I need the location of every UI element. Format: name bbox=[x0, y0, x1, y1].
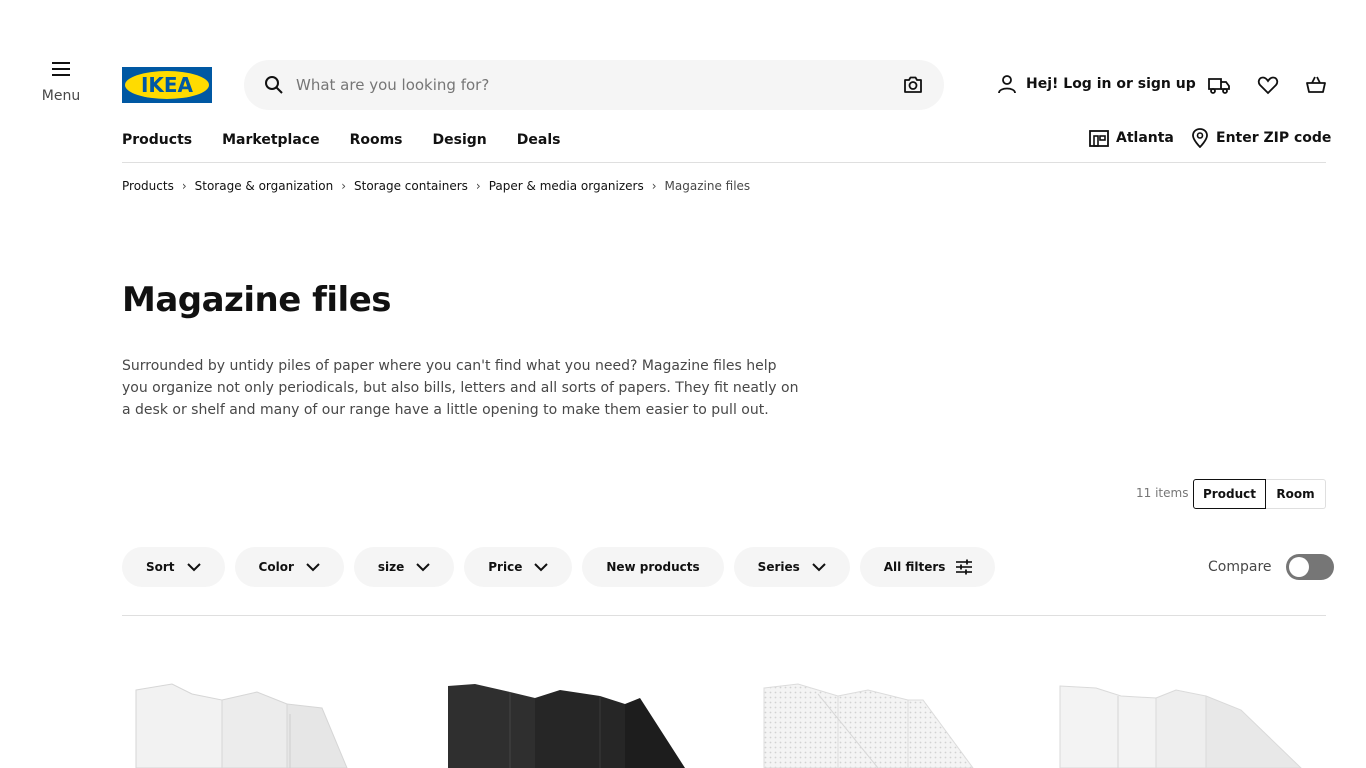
breadcrumb-storage-containers[interactable]: Storage containers bbox=[354, 179, 468, 193]
menu-button[interactable]: Menu bbox=[36, 62, 86, 104]
toggle-knob bbox=[1288, 557, 1309, 577]
nav-deals[interactable]: Deals bbox=[517, 132, 561, 148]
filter-label: Series bbox=[757, 560, 800, 574]
product-image[interactable] bbox=[758, 670, 1018, 768]
hamburger-icon bbox=[52, 62, 70, 76]
search-icon bbox=[265, 76, 283, 94]
chevron-right-icon: › bbox=[341, 179, 347, 193]
filter-label: size bbox=[377, 560, 405, 574]
filter-all[interactable]: All filters bbox=[859, 547, 996, 587]
nav-products[interactable]: Products bbox=[122, 132, 192, 148]
breadcrumb: Products › Storage & organization › Stor… bbox=[122, 179, 750, 193]
filter-divider bbox=[122, 615, 1326, 616]
menu-label: Menu bbox=[41, 88, 81, 104]
store-selector[interactable]: Atlanta bbox=[1088, 128, 1174, 148]
filter-label: Color bbox=[258, 560, 294, 574]
ikea-logo[interactable]: IKEA bbox=[122, 67, 212, 103]
filter-color[interactable]: Color bbox=[234, 547, 344, 587]
compare-toggle[interactable] bbox=[1285, 554, 1334, 580]
filter-new-products[interactable]: New products bbox=[582, 547, 724, 587]
filter-sort[interactable]: Sort bbox=[122, 547, 225, 587]
compare-control: Compare bbox=[1208, 554, 1334, 580]
location-pin-icon bbox=[1192, 128, 1208, 148]
filter-size[interactable]: size bbox=[353, 547, 455, 587]
breadcrumb-storage-organization[interactable]: Storage & organization bbox=[195, 179, 334, 193]
chevron-right-icon: › bbox=[475, 179, 481, 193]
filter-label: All filters bbox=[883, 560, 946, 574]
breadcrumb-products[interactable]: Products bbox=[122, 179, 174, 193]
header-divider bbox=[122, 162, 1326, 163]
chevron-down-icon bbox=[534, 563, 549, 572]
view-room-button[interactable]: Room bbox=[1266, 479, 1326, 509]
filter-label: Sort bbox=[146, 560, 175, 574]
breadcrumb-current: Magazine files bbox=[664, 179, 751, 193]
login-label: Hej! Log in or sign up bbox=[1026, 76, 1196, 92]
filter-label: New products bbox=[606, 560, 700, 574]
nav-rooms[interactable]: Rooms bbox=[350, 132, 403, 148]
main-nav: Products Marketplace Rooms Design Deals bbox=[122, 132, 560, 148]
breadcrumb-paper-media[interactable]: Paper & media organizers bbox=[489, 179, 644, 193]
shopping-basket-icon[interactable] bbox=[1304, 73, 1328, 97]
product-image[interactable] bbox=[440, 670, 700, 768]
zip-label: Enter ZIP code bbox=[1216, 130, 1332, 146]
view-toggle: Product Room bbox=[1193, 479, 1326, 509]
nav-design[interactable]: Design bbox=[433, 132, 487, 148]
camera-icon[interactable] bbox=[902, 74, 924, 96]
store-icon bbox=[1089, 130, 1109, 147]
user-icon bbox=[998, 75, 1016, 94]
view-product-button[interactable]: Product bbox=[1193, 479, 1266, 509]
sliders-icon bbox=[956, 559, 973, 575]
search-bar[interactable] bbox=[244, 60, 944, 110]
page-title: Magazine files bbox=[122, 280, 392, 320]
items-count: 11 items bbox=[1136, 486, 1189, 500]
filter-label: Price bbox=[488, 560, 523, 574]
delivery-truck-icon[interactable] bbox=[1207, 73, 1231, 97]
zip-selector[interactable]: Enter ZIP code bbox=[1190, 128, 1331, 148]
page-description: Surrounded by untidy piles of paper wher… bbox=[122, 358, 799, 418]
product-image[interactable] bbox=[122, 670, 382, 768]
filter-series[interactable]: Series bbox=[733, 547, 850, 587]
product-image[interactable] bbox=[1056, 670, 1316, 768]
nav-marketplace[interactable]: Marketplace bbox=[222, 132, 319, 148]
chevron-down-icon bbox=[812, 563, 826, 572]
store-label: Atlanta bbox=[1116, 130, 1174, 146]
chevron-right-icon: › bbox=[651, 179, 657, 193]
filter-bar: Sort Color size Price New products Serie… bbox=[122, 547, 996, 587]
heart-icon[interactable] bbox=[1256, 73, 1280, 97]
filter-price[interactable]: Price bbox=[464, 547, 573, 587]
login-link[interactable]: Hej! Log in or sign up bbox=[996, 73, 1196, 95]
compare-label: Compare bbox=[1208, 559, 1272, 575]
logo-text: IKEA bbox=[141, 73, 194, 97]
search-input[interactable] bbox=[296, 76, 902, 94]
chevron-right-icon: › bbox=[181, 179, 187, 193]
chevron-down-icon bbox=[306, 563, 320, 572]
chevron-down-icon bbox=[416, 563, 430, 572]
chevron-down-icon bbox=[186, 563, 201, 572]
